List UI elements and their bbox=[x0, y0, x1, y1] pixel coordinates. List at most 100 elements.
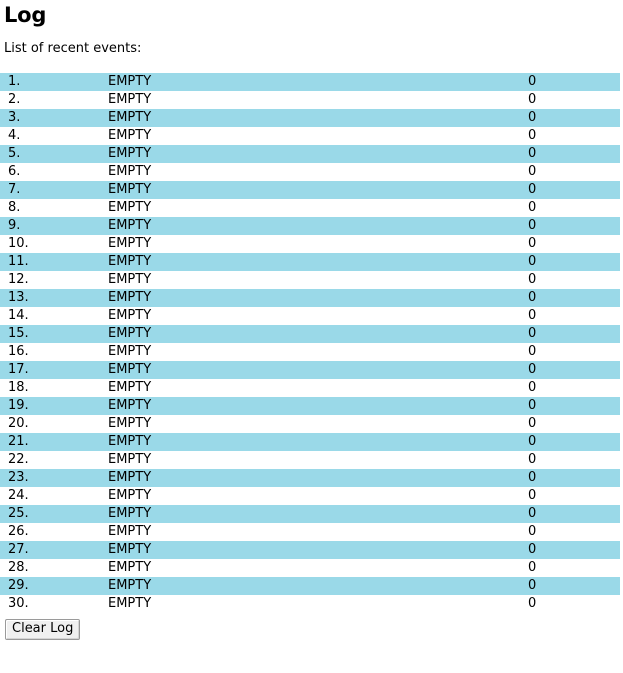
log-row-message: EMPTY bbox=[108, 344, 152, 359]
log-row-message: EMPTY bbox=[108, 326, 152, 341]
table-row: 22. EMPTY 0 bbox=[0, 451, 620, 469]
clear-log-button[interactable]: Clear Log bbox=[5, 619, 81, 640]
log-row-message: EMPTY bbox=[108, 596, 152, 611]
log-row-value: 0 bbox=[528, 308, 537, 323]
log-row-index: 28. bbox=[8, 560, 29, 575]
table-row: 2. EMPTY 0 bbox=[0, 91, 620, 109]
log-row-message: EMPTY bbox=[108, 488, 152, 503]
log-row-message: EMPTY bbox=[108, 560, 152, 575]
log-row-message: EMPTY bbox=[108, 218, 152, 233]
table-row: 23. EMPTY 0 bbox=[0, 469, 620, 487]
table-row: 26. EMPTY 0 bbox=[0, 523, 620, 541]
log-row-index: 30. bbox=[8, 596, 29, 611]
log-row-index: 19. bbox=[8, 398, 29, 413]
table-row: 21. EMPTY 0 bbox=[0, 433, 620, 451]
log-row-value: 0 bbox=[528, 488, 537, 503]
log-row-index: 22. bbox=[8, 452, 29, 467]
log-row-value: 0 bbox=[528, 236, 537, 251]
log-row-index: 27. bbox=[8, 542, 29, 557]
log-row-message: EMPTY bbox=[108, 416, 152, 431]
table-row: 6. EMPTY 0 bbox=[0, 163, 620, 181]
log-row-value: 0 bbox=[528, 362, 537, 377]
table-row: 24. EMPTY 0 bbox=[0, 487, 620, 505]
log-row-index: 7. bbox=[8, 182, 21, 197]
log-row-value: 0 bbox=[528, 398, 537, 413]
log-row-value: 0 bbox=[528, 416, 537, 431]
log-row-message: EMPTY bbox=[108, 362, 152, 377]
log-row-index: 17. bbox=[8, 362, 29, 377]
log-row-value: 0 bbox=[528, 326, 537, 341]
log-row-message: EMPTY bbox=[108, 128, 152, 143]
log-row-value: 0 bbox=[528, 164, 537, 179]
table-row: 15. EMPTY 0 bbox=[0, 325, 620, 343]
log-row-index: 5. bbox=[8, 146, 21, 161]
log-row-value: 0 bbox=[528, 434, 537, 449]
page-subtitle: List of recent events: bbox=[4, 41, 142, 56]
log-row-message: EMPTY bbox=[108, 290, 152, 305]
table-row: 19. EMPTY 0 bbox=[0, 397, 620, 415]
log-row-value: 0 bbox=[528, 596, 537, 611]
log-row-value: 0 bbox=[528, 560, 537, 575]
log-actions: Clear Log bbox=[0, 613, 623, 640]
log-row-value: 0 bbox=[528, 128, 537, 143]
table-row: 29. EMPTY 0 bbox=[0, 577, 620, 595]
log-row-message: EMPTY bbox=[108, 272, 152, 287]
log-row-value: 0 bbox=[528, 290, 537, 305]
log-row-value: 0 bbox=[528, 344, 537, 359]
log-row-index: 3. bbox=[8, 110, 21, 125]
log-row-index: 8. bbox=[8, 200, 21, 215]
table-row: 25. EMPTY 0 bbox=[0, 505, 620, 523]
log-row-message: EMPTY bbox=[108, 164, 152, 179]
log-row-index: 9. bbox=[8, 218, 21, 233]
log-table: 1. EMPTY 0 2. EMPTY 0 3. EMPTY 0 4. EMPTY 0 5. EMPTY 0… bbox=[0, 73, 620, 613]
log-row-index: 4. bbox=[8, 128, 21, 143]
log-row-value: 0 bbox=[528, 452, 537, 467]
log-row-index: 11. bbox=[8, 254, 29, 269]
table-row: 12. EMPTY 0 bbox=[0, 271, 620, 289]
log-row-index: 21. bbox=[8, 434, 29, 449]
log-row-value: 0 bbox=[528, 470, 537, 485]
log-row-message: EMPTY bbox=[108, 308, 152, 323]
log-row-message: EMPTY bbox=[108, 542, 152, 557]
page-title: Log bbox=[4, 3, 47, 27]
table-row: 16. EMPTY 0 bbox=[0, 343, 620, 361]
log-row-message: EMPTY bbox=[108, 182, 152, 197]
log-row-message: EMPTY bbox=[108, 254, 152, 269]
log-row-value: 0 bbox=[528, 182, 537, 197]
log-row-message: EMPTY bbox=[108, 398, 152, 413]
log-row-index: 20. bbox=[8, 416, 29, 431]
log-row-message: EMPTY bbox=[108, 200, 152, 215]
table-row: 30. EMPTY 0 bbox=[0, 595, 620, 613]
log-row-index: 29. bbox=[8, 578, 29, 593]
log-row-value: 0 bbox=[528, 146, 537, 161]
table-row: 17. EMPTY 0 bbox=[0, 361, 620, 379]
log-row-index: 6. bbox=[8, 164, 21, 179]
log-row-index: 16. bbox=[8, 344, 29, 359]
table-row: 4. EMPTY 0 bbox=[0, 127, 620, 145]
log-row-index: 13. bbox=[8, 290, 29, 305]
log-row-index: 12. bbox=[8, 272, 29, 287]
log-row-message: EMPTY bbox=[108, 434, 152, 449]
log-row-message: EMPTY bbox=[108, 506, 152, 521]
log-row-message: EMPTY bbox=[108, 74, 152, 89]
log-row-value: 0 bbox=[528, 578, 537, 593]
log-row-message: EMPTY bbox=[108, 92, 152, 107]
log-table-body: 1. EMPTY 0 2. EMPTY 0 3. EMPTY 0 4. EMPTY 0 5. EMPTY 0… bbox=[0, 73, 620, 613]
table-row: 28. EMPTY 0 bbox=[0, 559, 620, 577]
log-row-index: 10. bbox=[8, 236, 29, 251]
log-row-value: 0 bbox=[528, 380, 537, 395]
log-row-message: EMPTY bbox=[108, 146, 152, 161]
table-row: 20. EMPTY 0 bbox=[0, 415, 620, 433]
log-row-message: EMPTY bbox=[108, 110, 152, 125]
log-row-index: 14. bbox=[8, 308, 29, 323]
table-row: 13. EMPTY 0 bbox=[0, 289, 620, 307]
log-row-value: 0 bbox=[528, 524, 537, 539]
table-row: 11. EMPTY 0 bbox=[0, 253, 620, 271]
log-row-value: 0 bbox=[528, 254, 537, 269]
table-row: 7. EMPTY 0 bbox=[0, 181, 620, 199]
log-row-index: 24. bbox=[8, 488, 29, 503]
log-row-index: 25. bbox=[8, 506, 29, 521]
log-row-message: EMPTY bbox=[108, 236, 152, 251]
log-row-value: 0 bbox=[528, 200, 537, 215]
log-row-index: 23. bbox=[8, 470, 29, 485]
